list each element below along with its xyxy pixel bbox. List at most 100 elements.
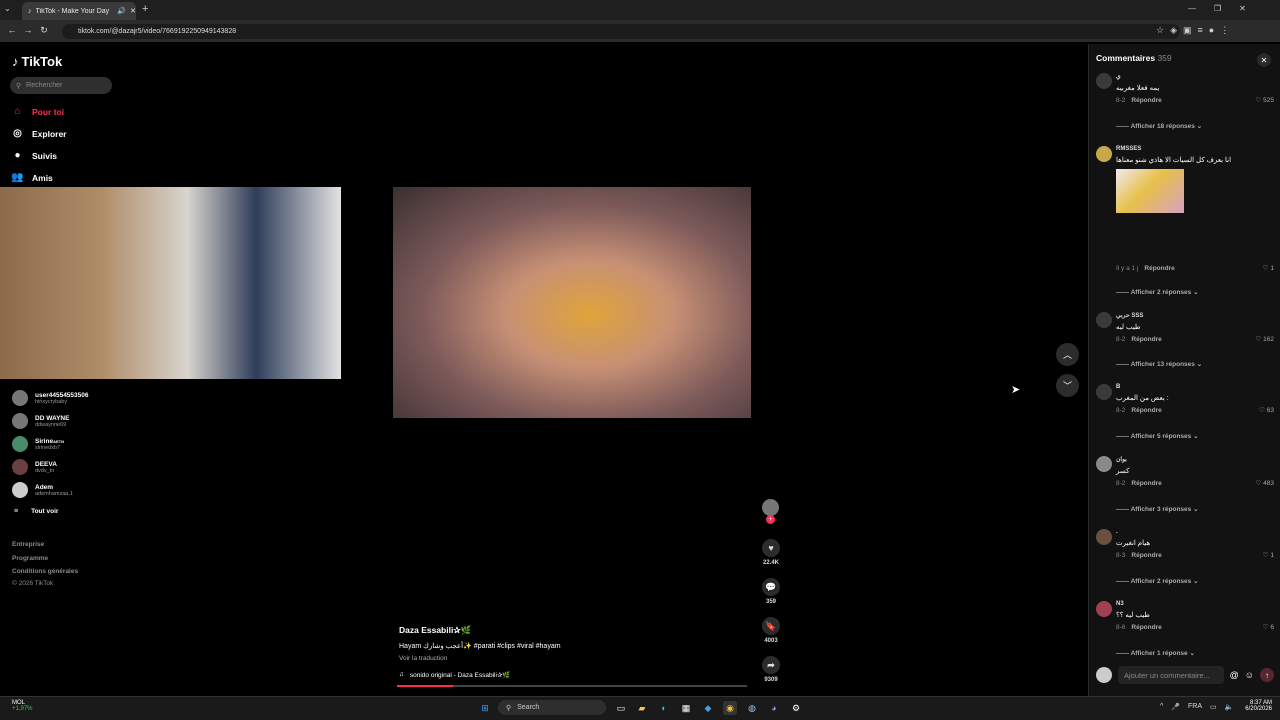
nav-friends[interactable]: 👥 Amis: [11, 172, 53, 183]
sound-link[interactable]: ♫ sonido original - Daza Essabili✰🌿: [399, 671, 759, 679]
reply-button[interactable]: Répondre: [1131, 336, 1161, 343]
following-item[interactable]: DD WAYNE ddwaynne69: [12, 413, 69, 429]
minimize-button[interactable]: —: [1188, 4, 1196, 13]
task-view-icon[interactable]: ▭: [614, 701, 628, 715]
app-icon[interactable]: ◆: [701, 701, 715, 715]
store-icon[interactable]: ▦: [679, 701, 693, 715]
reload-button[interactable]: ↻: [36, 25, 52, 36]
like-action[interactable]: ♥ 22.4K: [759, 539, 783, 566]
following-item[interactable]: SirineAETN sirinedxb7: [12, 436, 64, 452]
mention-icon[interactable]: @: [1230, 670, 1239, 680]
reply-button[interactable]: Répondre: [1131, 624, 1161, 631]
comment-input[interactable]: Ajouter un commentaire...: [1118, 666, 1224, 684]
network-icon[interactable]: ▭: [1210, 703, 1217, 711]
send-button[interactable]: ↑: [1260, 668, 1274, 682]
avatar[interactable]: [1096, 529, 1112, 545]
clock[interactable]: 8:37 AM 6/20/2026: [1238, 700, 1272, 712]
forward-button[interactable]: →: [20, 25, 36, 36]
nav-explore[interactable]: ◎ Explorer: [11, 128, 66, 139]
show-replies-button[interactable]: —— Afficher 5 réponses ⌄: [1116, 432, 1199, 440]
address-bar[interactable]: tiktok.com/@dazajr5/video/76691922509491…: [62, 24, 1180, 39]
share-action[interactable]: ➦ 9309: [759, 656, 783, 683]
maximize-button[interactable]: ❐: [1214, 4, 1221, 13]
see-all-link[interactable]: ≡ Tout voir: [14, 508, 58, 515]
language-indicator[interactable]: FRA: [1188, 703, 1202, 711]
next-video-button[interactable]: ﹀: [1056, 374, 1079, 397]
extension-icon[interactable]: ◈: [1170, 25, 1177, 36]
reply-button[interactable]: Répondre: [1131, 552, 1161, 559]
creator-avatar[interactable]: [762, 499, 779, 516]
follow-plus-icon[interactable]: +: [766, 515, 775, 524]
extensions-puzzle-icon[interactable]: ▣: [1183, 25, 1192, 36]
search-input[interactable]: ⚲ Rechercher: [10, 77, 112, 94]
comment-likes[interactable]: ♡ 1: [1263, 264, 1274, 272]
windows-start-icon[interactable]: ⊞: [478, 701, 492, 715]
save-action[interactable]: 🔖 4003: [759, 617, 783, 644]
browser-tab[interactable]: ♪ TikTok - Make Your Day 🔊 ✕: [22, 2, 136, 20]
steam-icon[interactable]: ◍: [745, 701, 759, 715]
settings-gear-icon[interactable]: ⚙: [789, 701, 803, 715]
show-replies-button[interactable]: —— Afficher 3 réponses ⌄: [1116, 505, 1199, 513]
video-progress-bar[interactable]: [397, 685, 747, 687]
nav-following[interactable]: ● Suivis: [11, 150, 57, 161]
mic-icon[interactable]: 🎤: [1171, 703, 1180, 711]
taskbar-search[interactable]: ⚲ Search: [498, 700, 606, 715]
tab-audio-icon[interactable]: 🔊: [117, 7, 126, 15]
reply-button[interactable]: Répondre: [1144, 265, 1174, 272]
avatar[interactable]: [1096, 312, 1112, 328]
new-tab-button[interactable]: +: [142, 3, 148, 15]
profile-avatar[interactable]: ●: [1209, 25, 1214, 36]
reply-button[interactable]: Répondre: [1131, 480, 1161, 487]
reply-button[interactable]: Répondre: [1131, 407, 1161, 414]
translate-link[interactable]: Voir la traduction: [399, 655, 759, 662]
following-item[interactable]: DEEVA dvdv_tn: [12, 459, 57, 475]
emoji-icon[interactable]: ☺: [1245, 670, 1254, 680]
menu-dots-icon[interactable]: ⋮: [1220, 25, 1229, 36]
bookmark-icon: 🔖: [762, 617, 780, 635]
media-icon[interactable]: ≡: [1198, 25, 1203, 36]
file-explorer-icon[interactable]: ▰: [635, 701, 649, 715]
comment-likes[interactable]: ♡ 483: [1256, 479, 1275, 487]
comment-action[interactable]: 💬 359: [759, 578, 783, 605]
comment-likes[interactable]: ♡ 6: [1263, 623, 1274, 631]
edge-icon[interactable]: ◐: [657, 701, 671, 715]
bookmark-star-icon[interactable]: ☆: [1156, 25, 1164, 36]
footer-link-program[interactable]: Programme: [12, 555, 48, 562]
previous-video-button[interactable]: ︿: [1056, 343, 1079, 366]
show-replies-button[interactable]: —— Afficher 2 réponses ⌄: [1116, 577, 1199, 585]
avatar[interactable]: [1096, 384, 1112, 400]
avatar[interactable]: [1096, 146, 1112, 162]
back-button[interactable]: ←: [4, 25, 20, 36]
comment-likes[interactable]: ♡ 63: [1259, 406, 1274, 414]
avatar[interactable]: [1096, 456, 1112, 472]
tab-close-icon[interactable]: ✕: [130, 7, 136, 15]
show-replies-button[interactable]: —— Afficher 18 réponses ⌄: [1116, 122, 1202, 130]
show-replies-button[interactable]: —— Afficher 13 réponses ⌄: [1116, 360, 1202, 368]
show-replies-button[interactable]: —— Afficher 1 réponse ⌄: [1116, 649, 1195, 657]
close-comments-button[interactable]: ✕: [1257, 53, 1271, 67]
footer-link-business[interactable]: Entreprise: [12, 541, 44, 548]
video-player[interactable]: [393, 187, 751, 418]
tiktok-logo[interactable]: ♪ TikTok: [12, 54, 62, 69]
discord-icon[interactable]: ◕: [767, 701, 781, 715]
tiktok-favicon-icon: ♪: [28, 7, 32, 15]
following-item[interactable]: Adem ademhamzaa.1: [12, 482, 73, 498]
show-replies-button[interactable]: —— Afficher 2 réponses ⌄: [1116, 288, 1199, 296]
chrome-icon[interactable]: ◉: [723, 701, 737, 715]
avatar[interactable]: [1096, 73, 1112, 89]
nav-for-you[interactable]: ⌂ Pour toi: [11, 106, 64, 117]
following-item[interactable]: user44554553506 hinxycrybaby: [12, 390, 89, 406]
video-author[interactable]: Daza Essabili✰🌿: [399, 625, 759, 636]
weather-widget[interactable]: MOL +1,97%: [12, 700, 33, 712]
volume-icon[interactable]: 🔈: [1225, 703, 1234, 711]
comment-likes[interactable]: ♡ 525: [1256, 96, 1275, 104]
tab-list-icon[interactable]: ⌄: [4, 4, 11, 13]
reply-button[interactable]: Répondre: [1131, 97, 1161, 104]
comment-likes[interactable]: ♡ 162: [1256, 335, 1275, 343]
avatar[interactable]: [1096, 601, 1112, 617]
window-close-button[interactable]: ✕: [1239, 4, 1246, 13]
comment-image[interactable]: [1116, 169, 1184, 213]
comment-likes[interactable]: ♡ 1: [1263, 551, 1274, 559]
tray-chevron-icon[interactable]: ^: [1160, 703, 1163, 711]
footer-link-terms[interactable]: Conditions générales: [12, 568, 78, 575]
